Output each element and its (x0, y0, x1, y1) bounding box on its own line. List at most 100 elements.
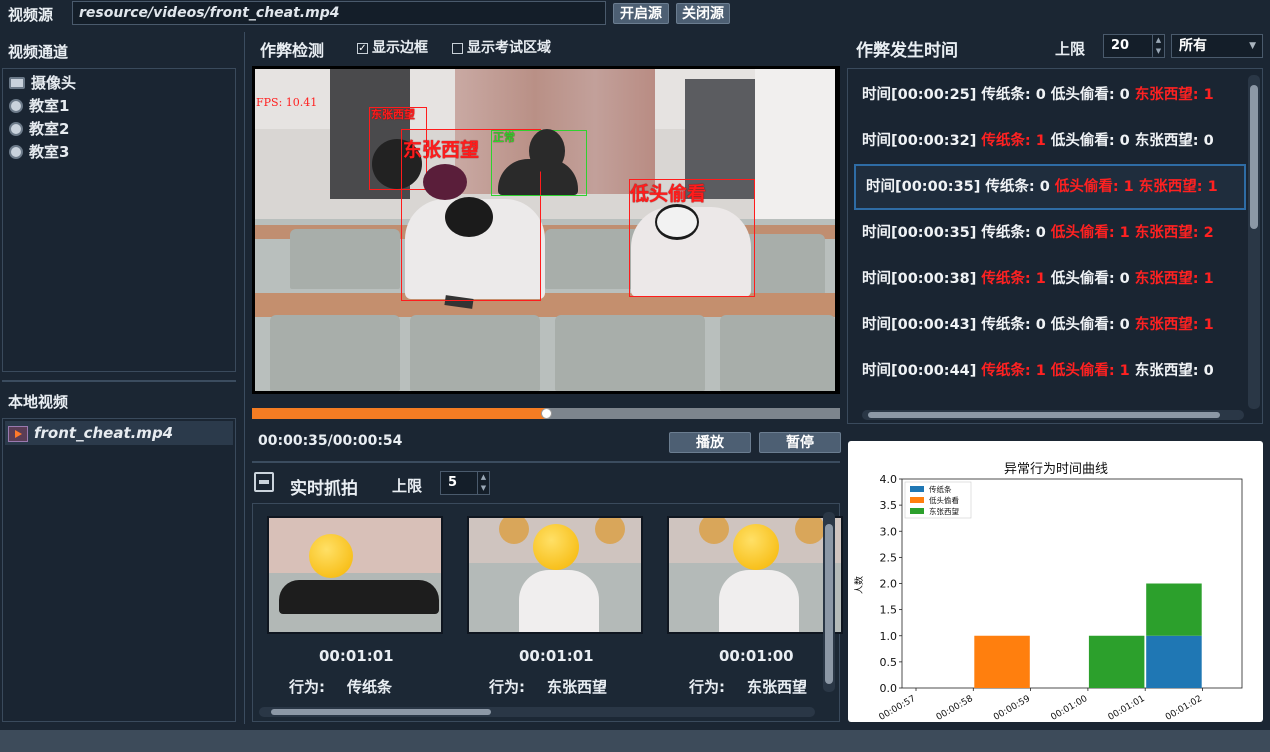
scroll-thumb[interactable] (868, 412, 1220, 418)
camera-icon (9, 76, 25, 89)
event-time: 时间[00:00:43] (862, 317, 977, 333)
event-count: 低头偷看: 0 (1050, 133, 1130, 149)
y-tick-label: 0.0 (880, 682, 898, 695)
show-bbox-checkbox[interactable]: ✓ 显示边框 (357, 37, 428, 57)
event-count: 低头偷看: 1 (1050, 225, 1130, 241)
channels-title: 视频通道 (8, 43, 69, 61)
events-title: 作弊发生时间 (856, 41, 958, 61)
webcam-icon (9, 144, 23, 159)
left-splitter[interactable] (244, 32, 245, 724)
emoji-icon (309, 534, 353, 578)
event-record[interactable]: 时间[00:00:44] 传纸条: 1 低头偷看: 1 东张西望: 0 (848, 348, 1246, 394)
scroll-thumb[interactable] (271, 709, 491, 715)
progress-handle[interactable] (541, 408, 552, 419)
event-count: 低头偷看: 1 (1054, 179, 1134, 195)
snapshot-thumb[interactable] (667, 516, 843, 634)
event-record[interactable]: 时间[00:00:35] 传纸条: 0 低头偷看: 1 东张西望: 1 (854, 164, 1246, 210)
bar-传纸条 (1146, 635, 1202, 688)
event-record[interactable]: 时间[00:00:35] 传纸条: 0 低头偷看: 1 东张西望: 2 (848, 210, 1246, 256)
event-time: 时间[00:00:25] (862, 87, 977, 103)
event-record[interactable]: 时间[00:00:25] 传纸条: 0 低头偷看: 0 东张西望: 1 (848, 72, 1246, 118)
x-tick-label: 00:01:01 (1107, 694, 1147, 722)
event-count: 低头偷看: 0 (1050, 317, 1130, 333)
event-count: 传纸条: 0 (981, 87, 1046, 103)
local-video-title: 本地视频 (8, 393, 69, 411)
sticker-icon (657, 207, 697, 237)
pause-button[interactable]: 暂停 (759, 432, 841, 453)
chart-ylabel: 人数 (853, 576, 865, 594)
legend-swatch (910, 497, 924, 503)
legend-label: 传纸条 (929, 484, 952, 494)
snapshot-behavior: 传纸条 (347, 678, 393, 696)
close-source-button[interactable]: 关闭源 (676, 3, 730, 24)
channel-item-room2[interactable]: 教室2 (3, 118, 235, 141)
event-count: 东张西望: 0 (1134, 133, 1214, 149)
y-tick-label: 1.5 (880, 604, 898, 617)
spin-arrows-icon[interactable]: ▲ ▼ (477, 472, 489, 494)
local-video-item[interactable]: front_cheat.mp4 (5, 421, 233, 445)
snapshot-vscroll[interactable] (823, 512, 835, 692)
channel-item-room1[interactable]: 教室1 (3, 95, 235, 118)
video-frame[interactable]: FPS: 10.41 东张西望 东张西望 正常 低头偷看 (252, 66, 840, 394)
event-count: 东张西望: 2 (1134, 225, 1214, 241)
status-bar (0, 730, 1270, 752)
events-list: 时间[00:00:25] 传纸条: 0 低头偷看: 0 东张西望: 1 时间[00:00… (847, 68, 1263, 424)
detect-title: 作弊检测 (260, 41, 325, 60)
y-tick-label: 1.0 (880, 630, 898, 643)
snapshot-hscroll[interactable] (259, 707, 815, 717)
play-button[interactable]: 播放 (669, 432, 751, 453)
event-count: 低头偷看: 0 (1050, 87, 1130, 103)
chart-panel: 异常行为时间曲线 人数 0.0 0.5 1.0 1.5 2.0 2.5 3.0 3.5 4.0 0… (848, 441, 1263, 722)
event-time: 时间[00:00:38] (862, 271, 977, 287)
show-exam-area-checkbox[interactable]: 显示考试区域 (452, 37, 551, 57)
event-count: 传纸条: 1 (981, 133, 1046, 149)
event-count: 传纸条: 0 (981, 225, 1046, 241)
event-count: 传纸条: 1 (981, 271, 1046, 287)
event-count: 传纸条: 0 (981, 317, 1046, 333)
x-tick-label: 00:01:00 (1049, 694, 1089, 722)
open-source-button[interactable]: 开启源 (613, 3, 669, 24)
bar-东张西望 (1146, 583, 1202, 636)
x-tick-label: 00:00:59 (992, 694, 1032, 722)
snapshot-thumb[interactable] (467, 516, 643, 634)
y-tick-label: 2.5 (880, 551, 898, 564)
snapshot-behavior-label: 行为: (289, 678, 325, 696)
spin-arrows-icon[interactable]: ▲ ▼ (1152, 35, 1164, 57)
source-path-input[interactable]: resource/videos/front_cheat.mp4 (72, 1, 606, 25)
video-file-icon (8, 425, 28, 442)
event-time: 时间[00:00:32] (862, 133, 977, 149)
scroll-thumb[interactable] (1250, 85, 1258, 229)
emoji-icon (533, 524, 579, 570)
event-time: 时间[00:00:35] (862, 225, 977, 241)
event-record[interactable]: 时间[00:00:43] 传纸条: 0 低头偷看: 0 东张西望: 1 (848, 302, 1246, 348)
webcam-icon (9, 98, 23, 113)
checkbox-unchecked-icon (452, 42, 463, 54)
events-hscroll[interactable] (862, 410, 1244, 420)
event-record[interactable]: 时间[00:00:32] 传纸条: 1 低头偷看: 0 东张西望: 0 (848, 118, 1246, 164)
channel-item-camera[interactable]: 摄像头 (3, 72, 235, 95)
events-vscroll[interactable] (1248, 75, 1260, 409)
progress-fill (252, 408, 546, 419)
channel-item-room3[interactable]: 教室3 (3, 141, 235, 164)
sticker-icon (529, 129, 565, 173)
legend-label: 东张西望 (929, 506, 959, 516)
fps-readout: FPS: 10.41 (256, 96, 318, 109)
snapshot-list: 00:01:01 00:01:01 00:01:00 行为: 传纸条 行为: 东… (252, 503, 843, 722)
y-tick-label: 3.0 (880, 525, 898, 538)
snapshot-limit-spinbox[interactable]: 5 ▲ ▼ (440, 471, 490, 495)
webcam-icon (9, 121, 23, 136)
snapshot-behavior: 东张西望 (547, 678, 608, 696)
events-limit-spinbox[interactable]: 20 ▲ ▼ (1103, 34, 1165, 58)
progress-bar[interactable] (252, 408, 840, 419)
snapshot-time: 00:01:00 (719, 647, 794, 665)
event-record[interactable]: 时间[00:00:38] 传纸条: 1 低头偷看: 0 东张西望: 1 (848, 256, 1246, 302)
scroll-thumb[interactable] (825, 524, 833, 684)
legend-swatch (910, 508, 924, 514)
y-tick-label: 4.0 (880, 473, 898, 486)
snapshot-title: 实时抓拍 (290, 479, 358, 499)
events-filter-select[interactable]: 所有 ▼ (1171, 34, 1263, 58)
checkbox-checked-icon: ✓ (357, 42, 368, 54)
chart-title: 异常行为时间曲线 (1004, 462, 1108, 477)
y-tick-label: 3.5 (880, 499, 898, 512)
snapshot-thumb[interactable] (267, 516, 443, 634)
